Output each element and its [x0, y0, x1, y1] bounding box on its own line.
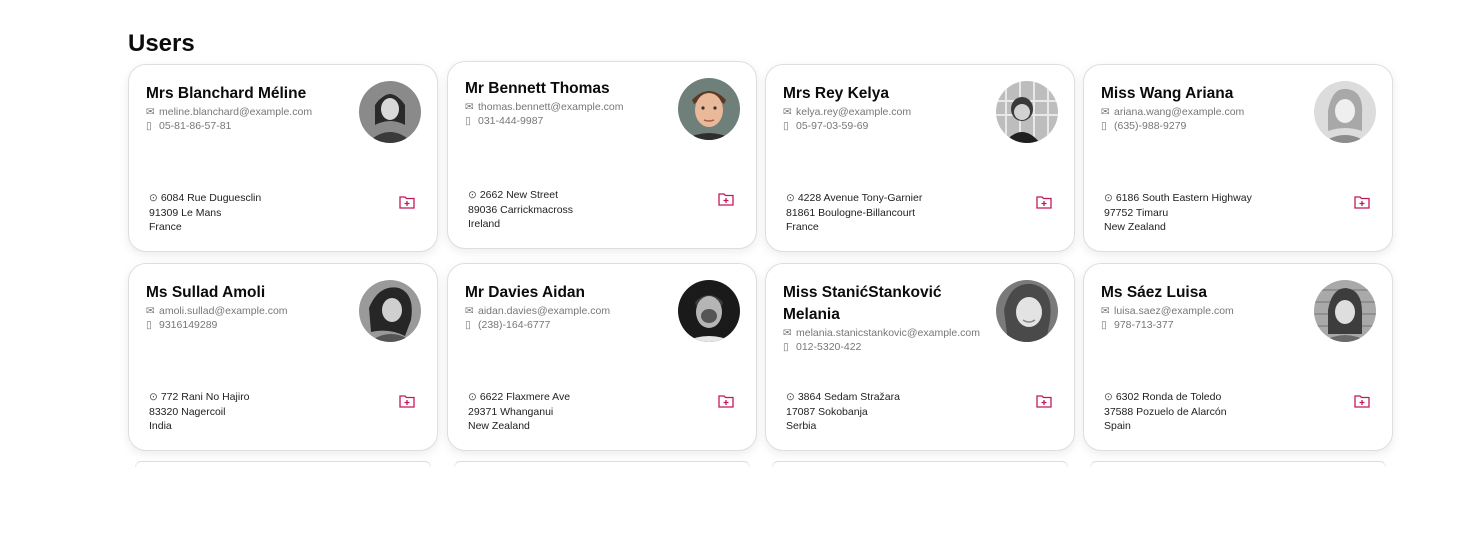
user-name: Miss StanićStanković Melania	[783, 284, 942, 323]
user-phone: ▯ 9316149289	[146, 319, 218, 331]
location-pin-icon: ⊙	[786, 192, 795, 204]
user-card-partial	[454, 461, 750, 467]
user-email: ✉ thomas.bennett@example.com	[465, 101, 624, 113]
avatar	[996, 280, 1058, 342]
user-name: Mrs Blanchard Méline	[146, 85, 307, 102]
location-pin-icon: ⊙	[149, 391, 158, 403]
user-name: Miss Wang Ariana	[1101, 85, 1234, 102]
user-address: ⊙ 772 Rani No Hajiro 83320 Nagercoil Indi…	[149, 391, 250, 432]
user-card: Ms Sullad Amoli ✉ amoli.sullad@example.co…	[128, 263, 438, 451]
phone-icon: ▯	[783, 120, 789, 132]
avatar	[359, 280, 421, 342]
mail-icon: ✉	[465, 101, 474, 113]
user-email: ✉ amoli.sullad@example.com	[146, 305, 288, 317]
user-name: Ms Sáez Luisa	[1101, 284, 1207, 301]
mail-icon: ✉	[783, 327, 792, 339]
folder-plus-icon[interactable]	[718, 394, 734, 408]
mail-icon: ✉	[465, 305, 474, 317]
phone-icon: ▯	[783, 341, 789, 353]
user-phone: ▯ 978-713-377	[1101, 319, 1174, 331]
user-phone: ▯ 012-5320-422	[783, 341, 862, 353]
user-phone: ▯ 031-444-9987	[465, 115, 544, 127]
user-address: ⊙ 2662 New Street 89036 Carrickmacross Ir…	[468, 189, 574, 230]
phone-icon: ▯	[146, 319, 152, 331]
user-card: Mr Bennett Thomas ✉ thomas.bennett@exampl…	[447, 61, 757, 249]
avatar	[678, 78, 740, 140]
user-email: ✉ melania.stanicstankovic@example.com	[783, 327, 980, 339]
avatar	[678, 280, 740, 342]
user-card-partial	[772, 461, 1068, 467]
user-card-partial	[1090, 461, 1386, 467]
phone-icon: ▯	[1101, 319, 1107, 331]
user-address: ⊙ 6186 South Eastern Highway 97752 Timaru…	[1104, 192, 1252, 233]
location-pin-icon: ⊙	[786, 391, 795, 403]
mail-icon: ✉	[1101, 305, 1110, 317]
user-card-partial	[135, 461, 431, 467]
user-address: ⊙ 6302 Ronda de Toledo 37588 Pozuelo de A…	[1104, 391, 1227, 432]
user-card: Mr Davies Aidan ✉ aidan.davies@example.co…	[447, 263, 757, 451]
folder-plus-icon[interactable]	[1036, 394, 1052, 408]
location-pin-icon: ⊙	[1104, 391, 1113, 403]
phone-icon: ▯	[465, 319, 471, 331]
page-title: Users	[128, 30, 195, 57]
location-pin-icon: ⊙	[468, 189, 477, 201]
user-phone: ▯ (635)-988-9279	[1101, 120, 1187, 132]
user-card: Mrs Blanchard Méline ✉ meline.blanchard@e…	[128, 64, 438, 252]
user-name: Mr Bennett Thomas	[465, 80, 610, 97]
phone-icon: ▯	[1101, 120, 1107, 132]
phone-icon: ▯	[146, 120, 152, 132]
folder-plus-icon[interactable]	[718, 192, 734, 206]
mail-icon: ✉	[783, 106, 792, 118]
mail-icon: ✉	[146, 106, 155, 118]
user-email: ✉ kelya.rey@example.com	[783, 106, 912, 118]
folder-plus-icon[interactable]	[399, 394, 415, 408]
user-address: ⊙ 6084 Rue Duguesclin 91309 Le Mans Franc…	[149, 192, 262, 233]
user-card: Mrs Rey Kelya ✉ kelya.rey@example.com ▯ 05…	[765, 64, 1075, 252]
user-email: ✉ luisa.saez@example.com	[1101, 305, 1234, 317]
mail-icon: ✉	[146, 305, 155, 317]
user-email: ✉ ariana.wang@example.com	[1101, 106, 1245, 118]
avatar	[359, 81, 421, 143]
mail-icon: ✉	[1101, 106, 1110, 118]
user-name: Mr Davies Aidan	[465, 284, 586, 301]
folder-plus-icon[interactable]	[1354, 195, 1370, 209]
phone-icon: ▯	[465, 115, 471, 127]
user-name: Ms Sullad Amoli	[146, 284, 266, 301]
user-address: ⊙ 3864 Sedam Stražara 17087 Sokobanja Ser…	[786, 391, 900, 432]
user-card: Ms Sáez Luisa ✉ luisa.saez@example.com ▯ 9…	[1083, 263, 1393, 451]
folder-plus-icon[interactable]	[399, 195, 415, 209]
user-phone: ▯ (238)-164-6777	[465, 319, 551, 331]
folder-plus-icon[interactable]	[1354, 394, 1370, 408]
user-address: ⊙ 6622 Flaxmere Ave 29371 Whanganui New Z…	[468, 391, 571, 432]
user-name: Mrs Rey Kelya	[783, 85, 889, 102]
avatar	[996, 81, 1058, 143]
user-card: Miss StanićStanković Melania ✉ melania.st…	[765, 263, 1075, 451]
location-pin-icon: ⊙	[468, 391, 477, 403]
user-card: Miss Wang Ariana ✉ ariana.wang@example.co…	[1083, 64, 1393, 252]
avatar	[1314, 81, 1376, 143]
user-phone: ▯ 05-81-86-57-81	[146, 120, 232, 132]
location-pin-icon: ⊙	[1104, 192, 1113, 204]
user-address: ⊙ 4228 Avenue Tony-Garnier 81861 Boulogne…	[786, 192, 923, 233]
user-email: ✉ meline.blanchard@example.com	[146, 106, 313, 118]
folder-plus-icon[interactable]	[1036, 195, 1052, 209]
avatar	[1314, 280, 1376, 342]
user-email: ✉ aidan.davies@example.com	[465, 305, 611, 317]
location-pin-icon: ⊙	[149, 192, 158, 204]
user-phone: ▯ 05-97-03-59-69	[783, 120, 869, 132]
